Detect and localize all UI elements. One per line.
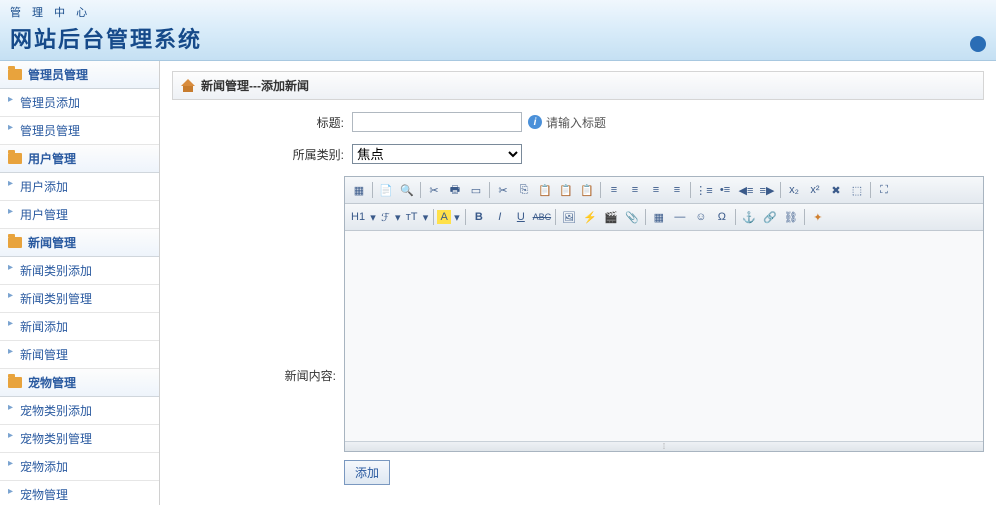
content-area: 新闻管理---添加新闻 标题: i 请输入标题 所属类别: 焦点 新闻内容: ▦… — [160, 61, 996, 505]
sidebar-item[interactable]: 宠物管理 — [0, 481, 159, 505]
print-icon[interactable]: 🖶 — [445, 180, 465, 200]
textcolor-dd-icon[interactable]: ▾ — [452, 207, 462, 227]
textcolor-button[interactable]: A — [437, 210, 450, 224]
indent-icon[interactable]: ≡▶ — [757, 180, 777, 200]
link-icon[interactable]: 🔗 — [760, 207, 780, 227]
folder-icon — [8, 69, 22, 80]
editor-content[interactable] — [345, 231, 983, 441]
size-dd-icon[interactable]: ▾ — [420, 207, 430, 227]
title-row: 标题: i 请输入标题 — [172, 112, 984, 132]
unlink-icon[interactable]: ⛓ — [781, 207, 801, 227]
sidebar-item[interactable]: 用户管理 — [0, 201, 159, 229]
content-row: 新闻内容: ▦ 📄 🔍 ✂ 🖶 ▭ ✂ ⎘ � — [172, 176, 984, 485]
sidebar-item[interactable]: 新闻类别添加 — [0, 257, 159, 285]
sidebar-item[interactable]: 管理员添加 — [0, 89, 159, 117]
paste-text-icon[interactable]: 📋 — [556, 180, 576, 200]
new-icon[interactable]: 📄 — [376, 180, 396, 200]
app-header: 管 理 中 心 网站后台管理系统 — [0, 0, 996, 61]
template-icon[interactable]: ▭ — [466, 180, 486, 200]
breadcrumb: 新闻管理---添加新闻 — [172, 71, 984, 100]
user-icon[interactable] — [970, 36, 986, 52]
table-icon[interactable]: ▦ — [649, 207, 669, 227]
paste-word-icon[interactable]: 📋 — [577, 180, 597, 200]
about-icon[interactable]: ✦ — [808, 207, 828, 227]
source-icon[interactable]: ▦ — [349, 180, 369, 200]
sub-icon[interactable]: x₂ — [784, 180, 804, 200]
main-layout: 管理员管理管理员添加管理员管理用户管理用户添加用户管理新闻管理新闻类别添加新闻类… — [0, 61, 996, 505]
hr-icon[interactable]: — — [670, 207, 690, 227]
media-icon[interactable]: 🎬 — [601, 207, 621, 227]
category-label: 所属类别: — [172, 146, 352, 163]
clear-icon[interactable]: ✖ — [826, 180, 846, 200]
heading-dd-icon[interactable]: ▾ — [368, 207, 378, 227]
bold-button[interactable]: B — [469, 207, 489, 227]
list-ol-icon[interactable]: ⋮≡ — [694, 180, 714, 200]
flash-icon[interactable]: ⚡ — [580, 207, 600, 227]
sidebar-group[interactable]: 管理员管理 — [0, 61, 159, 89]
special-icon[interactable]: Ω — [712, 207, 732, 227]
sidebar-item[interactable]: 宠物添加 — [0, 453, 159, 481]
font-select[interactable]: ℱ — [379, 211, 392, 224]
home-icon — [181, 80, 195, 92]
align-justify-icon[interactable]: ≡ — [667, 180, 687, 200]
editor-toolbar-row2: H1▾ ℱ▾ тT▾ A▾ B I U ABC 🖼 ⚡ 🎬 — [345, 204, 983, 231]
list-ul-icon[interactable]: •≡ — [715, 180, 735, 200]
app-title: 网站后台管理系统 — [10, 22, 986, 54]
group-label: 管理员管理 — [28, 66, 88, 83]
smiley-icon[interactable]: ☺ — [691, 207, 711, 227]
title-label: 标题: — [172, 114, 352, 131]
top-link[interactable]: 管 理 中 心 — [10, 4, 986, 20]
preview-icon[interactable]: 🔍 — [397, 180, 417, 200]
breadcrumb-text: 新闻管理---添加新闻 — [201, 77, 309, 94]
strike-button[interactable]: ABC — [532, 207, 552, 227]
font-dd-icon[interactable]: ▾ — [393, 207, 403, 227]
sidebar-item[interactable]: 新闻添加 — [0, 313, 159, 341]
align-left-icon[interactable]: ≡ — [604, 180, 624, 200]
sidebar-item[interactable]: 用户添加 — [0, 173, 159, 201]
select-all-icon[interactable]: ⬚ — [847, 180, 867, 200]
fullscreen-icon[interactable]: ⛶ — [874, 180, 894, 200]
info-icon: i — [528, 115, 542, 129]
sidebar-group[interactable]: 用户管理 — [0, 145, 159, 173]
title-hint: 请输入标题 — [546, 114, 606, 131]
group-label: 宠物管理 — [28, 374, 76, 391]
align-center-icon[interactable]: ≡ — [625, 180, 645, 200]
sidebar: 管理员管理管理员添加管理员管理用户管理用户添加用户管理新闻管理新闻类别添加新闻类… — [0, 61, 160, 505]
paste-icon[interactable]: 📋 — [535, 180, 555, 200]
outdent-icon[interactable]: ◀≡ — [736, 180, 756, 200]
cut-icon[interactable]: ✂ — [424, 180, 444, 200]
editor-toolbar-row1: ▦ 📄 🔍 ✂ 🖶 ▭ ✂ ⎘ 📋 📋 📋 — [345, 177, 983, 204]
underline-button[interactable]: U — [511, 207, 531, 227]
folder-icon — [8, 237, 22, 248]
anchor-icon[interactable]: ⚓ — [739, 207, 759, 227]
sidebar-item[interactable]: 宠物类别管理 — [0, 425, 159, 453]
heading-select[interactable]: H1 — [349, 211, 367, 223]
image-icon[interactable]: 🖼 — [559, 207, 579, 227]
category-row: 所属类别: 焦点 — [172, 144, 984, 164]
submit-button[interactable]: 添加 — [344, 460, 390, 485]
category-select[interactable]: 焦点 — [352, 144, 522, 164]
rich-editor: ▦ 📄 🔍 ✂ 🖶 ▭ ✂ ⎘ 📋 📋 📋 — [344, 176, 984, 452]
title-input[interactable] — [352, 112, 522, 132]
folder-icon — [8, 377, 22, 388]
resize-handle[interactable]: ⁞ — [345, 441, 983, 451]
file-icon[interactable]: 📎 — [622, 207, 642, 227]
sidebar-item[interactable]: 新闻类别管理 — [0, 285, 159, 313]
size-select[interactable]: тT — [404, 211, 420, 223]
align-right-icon[interactable]: ≡ — [646, 180, 666, 200]
cut2-icon[interactable]: ✂ — [493, 180, 513, 200]
group-label: 新闻管理 — [28, 234, 76, 251]
sidebar-group[interactable]: 宠物管理 — [0, 369, 159, 397]
italic-button[interactable]: I — [490, 207, 510, 227]
group-label: 用户管理 — [28, 150, 76, 167]
content-label: 新闻内容: — [172, 367, 344, 384]
sidebar-group[interactable]: 新闻管理 — [0, 229, 159, 257]
sup-icon[interactable]: x² — [805, 180, 825, 200]
folder-icon — [8, 153, 22, 164]
sidebar-item[interactable]: 宠物类别添加 — [0, 397, 159, 425]
sidebar-item[interactable]: 管理员管理 — [0, 117, 159, 145]
sidebar-item[interactable]: 新闻管理 — [0, 341, 159, 369]
copy-icon[interactable]: ⎘ — [514, 180, 534, 200]
